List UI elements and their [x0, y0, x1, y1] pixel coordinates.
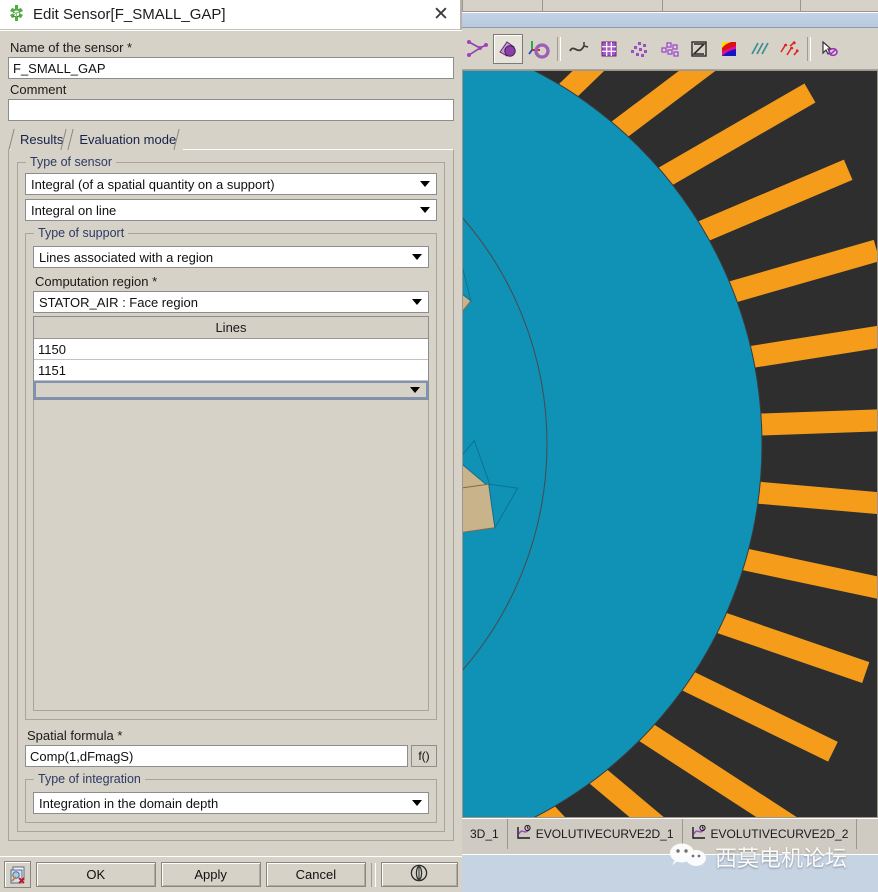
- view-tab-label: 3D_1: [470, 827, 499, 841]
- spatial-formula-value: Comp(1,dFmagS): [30, 749, 133, 764]
- sensor-type-value: Integral (of a spatial quantity on a sup…: [31, 177, 420, 192]
- arrows-icon[interactable]: [775, 35, 803, 63]
- ok-label: OK: [86, 867, 105, 882]
- type-of-integration-label: Type of integration: [34, 772, 145, 786]
- geometry-face-icon[interactable]: [493, 34, 523, 64]
- mesh-points-icon[interactable]: [625, 35, 653, 63]
- chevron-down-icon: [412, 254, 422, 260]
- tab-results[interactable]: Results: [11, 129, 70, 150]
- spatial-formula-input[interactable]: Comp(1,dFmagS): [25, 745, 408, 767]
- spatial-formula-label: Spatial formula *: [27, 728, 437, 743]
- type-of-support-group: Type of support Lines associated with a …: [25, 233, 437, 720]
- apply-label: Apply: [194, 867, 227, 882]
- integral-type-value: Integral on line: [31, 203, 420, 218]
- path-curve-icon[interactable]: [565, 35, 593, 63]
- flux-2d-icon: 2D: [7, 4, 26, 26]
- sensor-name-value: F_SMALL_GAP: [13, 61, 106, 76]
- close-icon[interactable]: ✕: [428, 2, 454, 28]
- type-of-sensor-group: Type of sensor Integral (of a spatial qu…: [17, 162, 445, 832]
- line-id: 1150: [38, 342, 66, 357]
- formula-button-label: f(): [418, 749, 429, 763]
- formula-editor-button[interactable]: f(): [411, 745, 437, 767]
- chevron-down-icon: [412, 800, 422, 806]
- isolines-icon[interactable]: [745, 35, 773, 63]
- polyline-icon[interactable]: [463, 35, 491, 63]
- computation-region-value: STATOR_AIR : Face region: [39, 295, 412, 310]
- dialog-button-bar: OK Apply Cancel: [0, 856, 462, 892]
- comment-input[interactable]: [8, 99, 454, 121]
- app-status-bar: [462, 854, 878, 892]
- tab-evaluation-mode[interactable]: Evaluation mode: [70, 129, 183, 150]
- sensor-type-select[interactable]: Integral (of a spatial quantity on a sup…: [25, 173, 437, 195]
- integration-type-select[interactable]: Integration in the domain depth: [33, 792, 429, 814]
- table-row[interactable]: 1151: [34, 360, 428, 381]
- type-of-support-label: Type of support: [34, 226, 128, 240]
- app-info-bar: [462, 12, 878, 28]
- integral-type-select[interactable]: Integral on line: [25, 199, 437, 221]
- tab-label: Results: [20, 132, 63, 147]
- sensor-name-input[interactable]: F_SMALL_GAP: [8, 57, 454, 79]
- help-icon: [410, 864, 428, 885]
- type-of-sensor-label: Type of sensor: [26, 155, 116, 169]
- help-button[interactable]: [381, 862, 458, 887]
- motor-cross-section[interactable]: [462, 70, 878, 818]
- chevron-down-icon: [410, 387, 420, 393]
- lines-table-header: Lines: [34, 317, 428, 339]
- apply-button[interactable]: Apply: [161, 862, 261, 887]
- button-separator: [371, 863, 376, 887]
- lines-table-editor-combo[interactable]: [34, 381, 428, 399]
- table-row[interactable]: 1150: [34, 339, 428, 360]
- pointer-null-icon[interactable]: [815, 35, 843, 63]
- line-id: 1151: [38, 363, 66, 378]
- view-tab-evolutivecurve2d-1[interactable]: EVOLUTIVECURVE2D_1: [508, 819, 683, 849]
- clear-document-icon[interactable]: [4, 861, 31, 888]
- evolutive-curve-icon: [516, 825, 532, 844]
- cancel-label: Cancel: [296, 867, 336, 882]
- toolbar-separator: [557, 37, 561, 61]
- view-tab-evolutivecurve2d-2[interactable]: EVOLUTIVECURVE2D_2: [683, 819, 858, 849]
- support-type-value: Lines associated with a region: [39, 250, 412, 265]
- lines-table[interactable]: Lines 1150 1151: [33, 316, 429, 400]
- app-toolbar[interactable]: [462, 29, 878, 70]
- ok-button[interactable]: OK: [36, 862, 155, 887]
- mesh-grid-icon[interactable]: [595, 35, 623, 63]
- chevron-down-icon: [412, 299, 422, 305]
- cancel-button[interactable]: Cancel: [266, 862, 366, 887]
- name-label: Name of the sensor *: [10, 40, 454, 55]
- support-type-select[interactable]: Lines associated with a region: [33, 246, 429, 268]
- chevron-down-icon: [420, 207, 430, 213]
- computation-region-select[interactable]: STATOR_AIR : Face region: [33, 291, 429, 313]
- integration-type-value: Integration in the domain depth: [39, 796, 412, 811]
- view-tab-label: EVOLUTIVECURVE2D_1: [536, 827, 674, 841]
- dialog-tabs[interactable]: Results Evaluation mode: [11, 128, 454, 150]
- dialog-title-bar: 2D Edit Sensor[F_SMALL_GAP] ✕: [0, 0, 460, 30]
- view-tab-label: EVOLUTIVECURVE2D_2: [711, 827, 849, 841]
- evolutive-curve-icon: [691, 825, 707, 844]
- integral-icon[interactable]: [685, 35, 713, 63]
- tab-label: Evaluation mode: [79, 132, 176, 147]
- type-of-integration-group: Type of integration Integration in the d…: [25, 779, 437, 823]
- computation-region-label: Computation region *: [35, 274, 429, 289]
- app-top-strip: [462, 0, 878, 12]
- comment-label: Comment: [10, 82, 454, 97]
- dialog-body: Name of the sensor * F_SMALL_GAP Comment…: [0, 30, 462, 856]
- view-tab-strip[interactable]: 3D_1 EVOLUTIVECURVE2D_1 EVOLUTIVECURVE2D…: [462, 818, 878, 854]
- chevron-down-icon: [420, 181, 430, 187]
- axis-torus-icon[interactable]: [525, 35, 553, 63]
- mesh-nodes-icon[interactable]: [655, 35, 683, 63]
- color-shade-icon[interactable]: [715, 35, 743, 63]
- edit-sensor-dialog: 2D Edit Sensor[F_SMALL_GAP] ✕ Name of th…: [0, 0, 462, 892]
- toolbar-separator-2: [807, 37, 811, 61]
- results-tab-panel: Type of sensor Integral (of a spatial qu…: [8, 149, 454, 841]
- svg-text:2D: 2D: [13, 12, 21, 18]
- lines-table-empty-area: [33, 400, 429, 711]
- view-tab-3d1[interactable]: 3D_1: [462, 819, 508, 849]
- dialog-title: Edit Sensor[F_SMALL_GAP]: [33, 6, 428, 23]
